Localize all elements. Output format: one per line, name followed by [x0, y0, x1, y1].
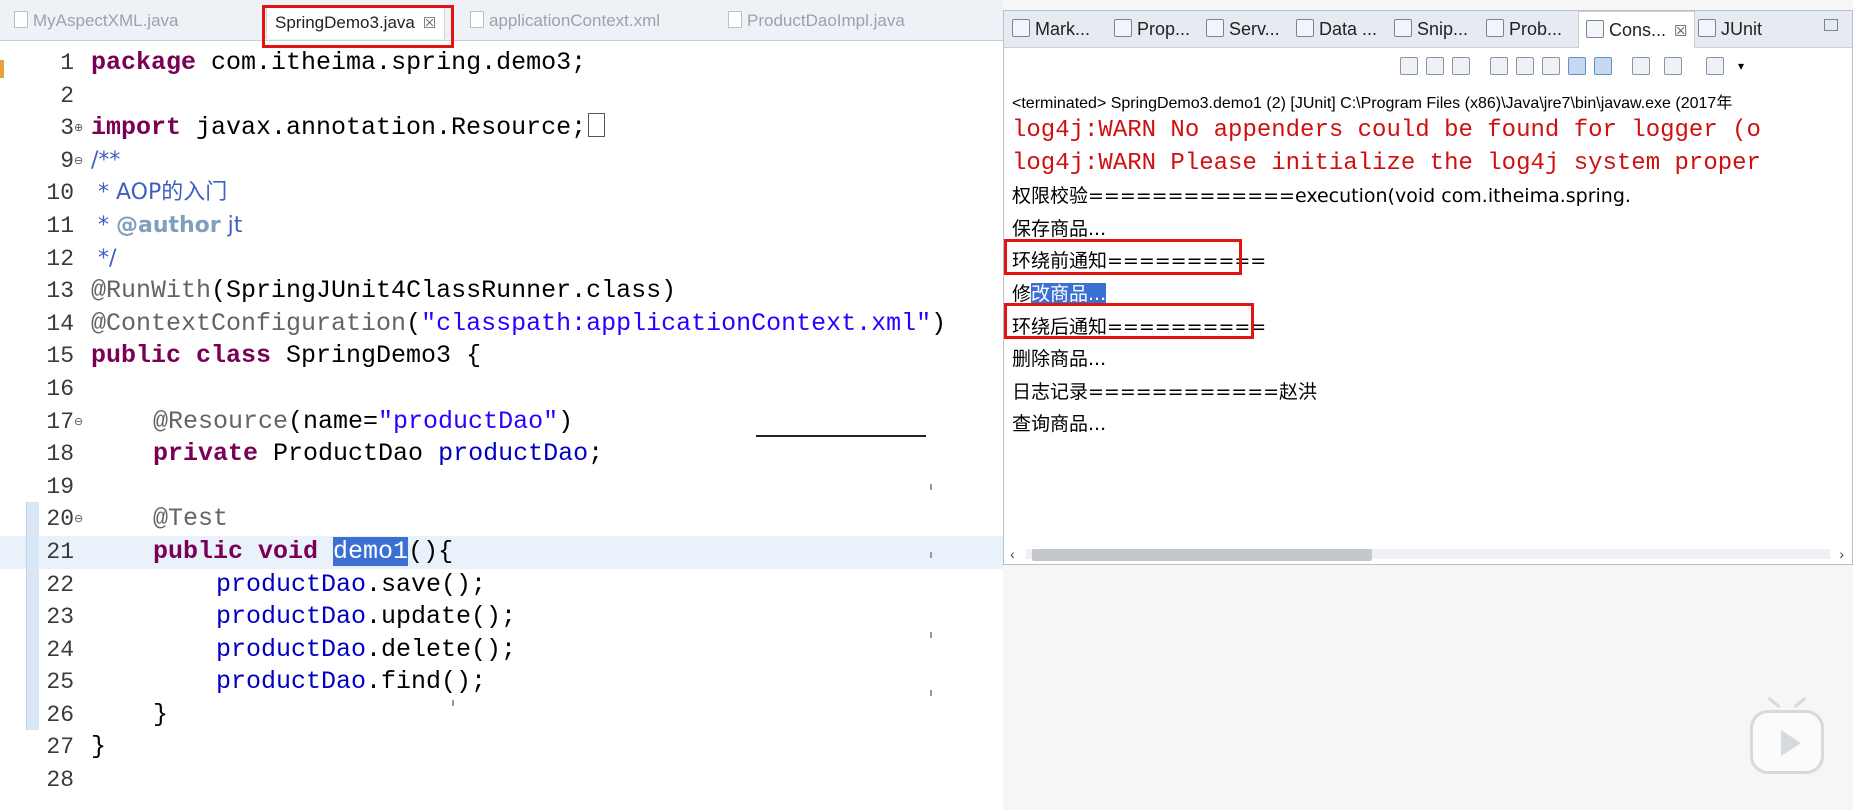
console-line: 查询商品...: [1012, 413, 1107, 436]
console-line: log4j:WARN No appenders could be found f…: [1012, 117, 1761, 144]
tab-snippets[interactable]: Snip...: [1394, 11, 1468, 47]
code-line: 14 @ContextConfiguration("classpath:appli…: [46, 308, 947, 338]
console-status-line: <terminated> SpringDemo3.demo1 (2) [JUni…: [1012, 95, 1733, 112]
tab-myaspectxml[interactable]: MyAspectXML.java: [14, 8, 179, 34]
xml-file-icon: [470, 11, 484, 28]
fold-collapse-icon[interactable]: ⊖: [74, 145, 83, 178]
tab-properties[interactable]: Prop...: [1114, 11, 1190, 47]
code-line: 12 */: [46, 245, 117, 272]
console-line: log4j:WARN Please initialize the log4j s…: [1012, 149, 1761, 177]
markers-icon: [1012, 19, 1030, 37]
data-source-icon: [1296, 19, 1314, 37]
artifact-line: [756, 435, 926, 437]
servers-icon: [1206, 19, 1224, 37]
open-console-icon[interactable]: [1706, 57, 1724, 75]
java-file-icon: [14, 11, 28, 28]
code-line: 22 productDao.save();: [46, 569, 487, 599]
code-line: 18 private ProductDao productDao;: [46, 439, 604, 469]
selected-method-name[interactable]: demo1: [333, 536, 409, 566]
tab-highlight-box: [262, 5, 454, 48]
artifact-dot: [930, 632, 932, 638]
fold-collapse-icon[interactable]: ⊖: [74, 503, 83, 536]
code-area[interactable]: 1 package com.itheima.spring.demo3; 2 3 ⊕ i…: [0, 47, 1003, 797]
junit-icon: [1698, 19, 1716, 37]
show-stdout-icon[interactable]: [1568, 57, 1586, 75]
code-line: 24 productDao.delete();: [46, 634, 517, 664]
console-icon: [1586, 20, 1604, 38]
method-scope-ruler: [26, 502, 39, 730]
code-line: 9 ⊖/**: [0, 145, 1003, 178]
show-stderr-icon[interactable]: [1594, 57, 1612, 75]
scroll-left-icon[interactable]: ‹: [1010, 545, 1015, 563]
fold-expand-icon[interactable]: ⊕: [74, 112, 83, 145]
tab-applicationcontext[interactable]: applicationContext.xml: [470, 8, 660, 34]
artifact-dot: [930, 484, 932, 490]
console-view[interactable]: Mark... Prop... Serv... Data ... Snip...…: [1003, 10, 1853, 565]
code-line: 3 ⊕ import javax.annotation.Resource;: [0, 112, 1003, 145]
artifact-dot: [930, 690, 932, 696]
tab-data-source[interactable]: Data ...: [1296, 11, 1377, 47]
code-line: 1 package com.itheima.spring.demo3;: [60, 48, 587, 77]
tab-junit[interactable]: JUnit: [1698, 11, 1762, 47]
word-wrap-icon[interactable]: [1542, 57, 1560, 75]
remove-all-launches-icon[interactable]: [1452, 57, 1470, 75]
close-tab-icon[interactable]: ☒: [1674, 23, 1687, 40]
scroll-thumb[interactable]: [1032, 549, 1372, 561]
pin-console-icon[interactable]: [1632, 57, 1650, 75]
console-line: 权限校验=============execution(void com.ithe…: [1012, 185, 1631, 208]
code-line: 25 productDao.find();: [46, 667, 487, 697]
console-line: 日志记录============赵洪: [1012, 380, 1318, 403]
horizontal-scrollbar[interactable]: ‹ ›: [1008, 545, 1848, 563]
tab-problems[interactable]: Prob...: [1486, 11, 1562, 47]
code-line: 10 * AOP的入门: [46, 180, 228, 207]
code-line: 26}: [46, 699, 169, 729]
code-line: 20 ⊖ @Test: [0, 503, 1003, 536]
artifact-dot: [930, 552, 932, 558]
artifact-dot: [452, 700, 454, 706]
code-line: 16: [46, 375, 74, 402]
code-line: 15 public class SpringDemo3 {: [46, 341, 482, 371]
view-tab-bar: Mark... Prop... Serv... Data ... Snip...…: [1004, 11, 1852, 48]
code-line: 2: [60, 82, 74, 109]
code-editor[interactable]: MyAspectXML.java SpringDemo3.java ☒ appli…: [0, 0, 1003, 810]
tab-servers[interactable]: Serv...: [1206, 11, 1280, 47]
java-file-icon: [728, 11, 742, 28]
problems-icon: [1486, 19, 1504, 37]
chevron-down-icon[interactable]: ▾: [1738, 59, 1744, 73]
properties-icon: [1114, 19, 1132, 37]
scroll-lock-icon[interactable]: [1516, 57, 1534, 75]
tab-console[interactable]: Cons... ☒: [1578, 11, 1696, 48]
console-toolbar: ▾: [1004, 49, 1852, 83]
scroll-right-icon[interactable]: ›: [1839, 545, 1844, 563]
terminate-icon[interactable]: [1400, 57, 1418, 75]
editor-tab-bar: MyAspectXML.java SpringDemo3.java ☒ appli…: [0, 0, 1003, 41]
code-line: 28: [46, 767, 74, 794]
code-line: 13 @RunWith(SpringJUnit4ClassRunner.class…: [46, 276, 677, 306]
snippets-icon: [1394, 19, 1412, 37]
console-line: 删除商品...: [1012, 348, 1107, 371]
tab-markers[interactable]: Mark...: [1012, 11, 1090, 47]
highlight-box-after-advice: [1004, 303, 1254, 339]
collapsed-imports-icon[interactable]: [588, 113, 606, 138]
code-line: 17 ⊖ @Resource(name="productDao"): [0, 406, 1003, 439]
display-selected-console-icon[interactable]: [1664, 57, 1682, 75]
fold-collapse-icon[interactable]: ⊖: [74, 406, 83, 439]
video-play-icon: [1750, 710, 1824, 774]
code-line: 27}: [46, 732, 107, 762]
minimize-view-button[interactable]: [1824, 19, 1838, 31]
code-line: 19: [46, 473, 74, 500]
clear-console-icon[interactable]: [1490, 57, 1508, 75]
highlight-box-before-advice: [1004, 239, 1242, 275]
remove-launch-icon[interactable]: [1426, 57, 1444, 75]
console-output[interactable]: log4j:WARN No appenders could be found f…: [1012, 115, 1838, 441]
tab-productdaoimpl[interactable]: ProductDaoImpl.java: [728, 8, 905, 34]
code-line: 11 * @author jt: [46, 212, 243, 239]
current-code-line: 21 public void demo1(){: [0, 535, 1003, 569]
code-line: 23 productDao.update();: [46, 602, 517, 632]
